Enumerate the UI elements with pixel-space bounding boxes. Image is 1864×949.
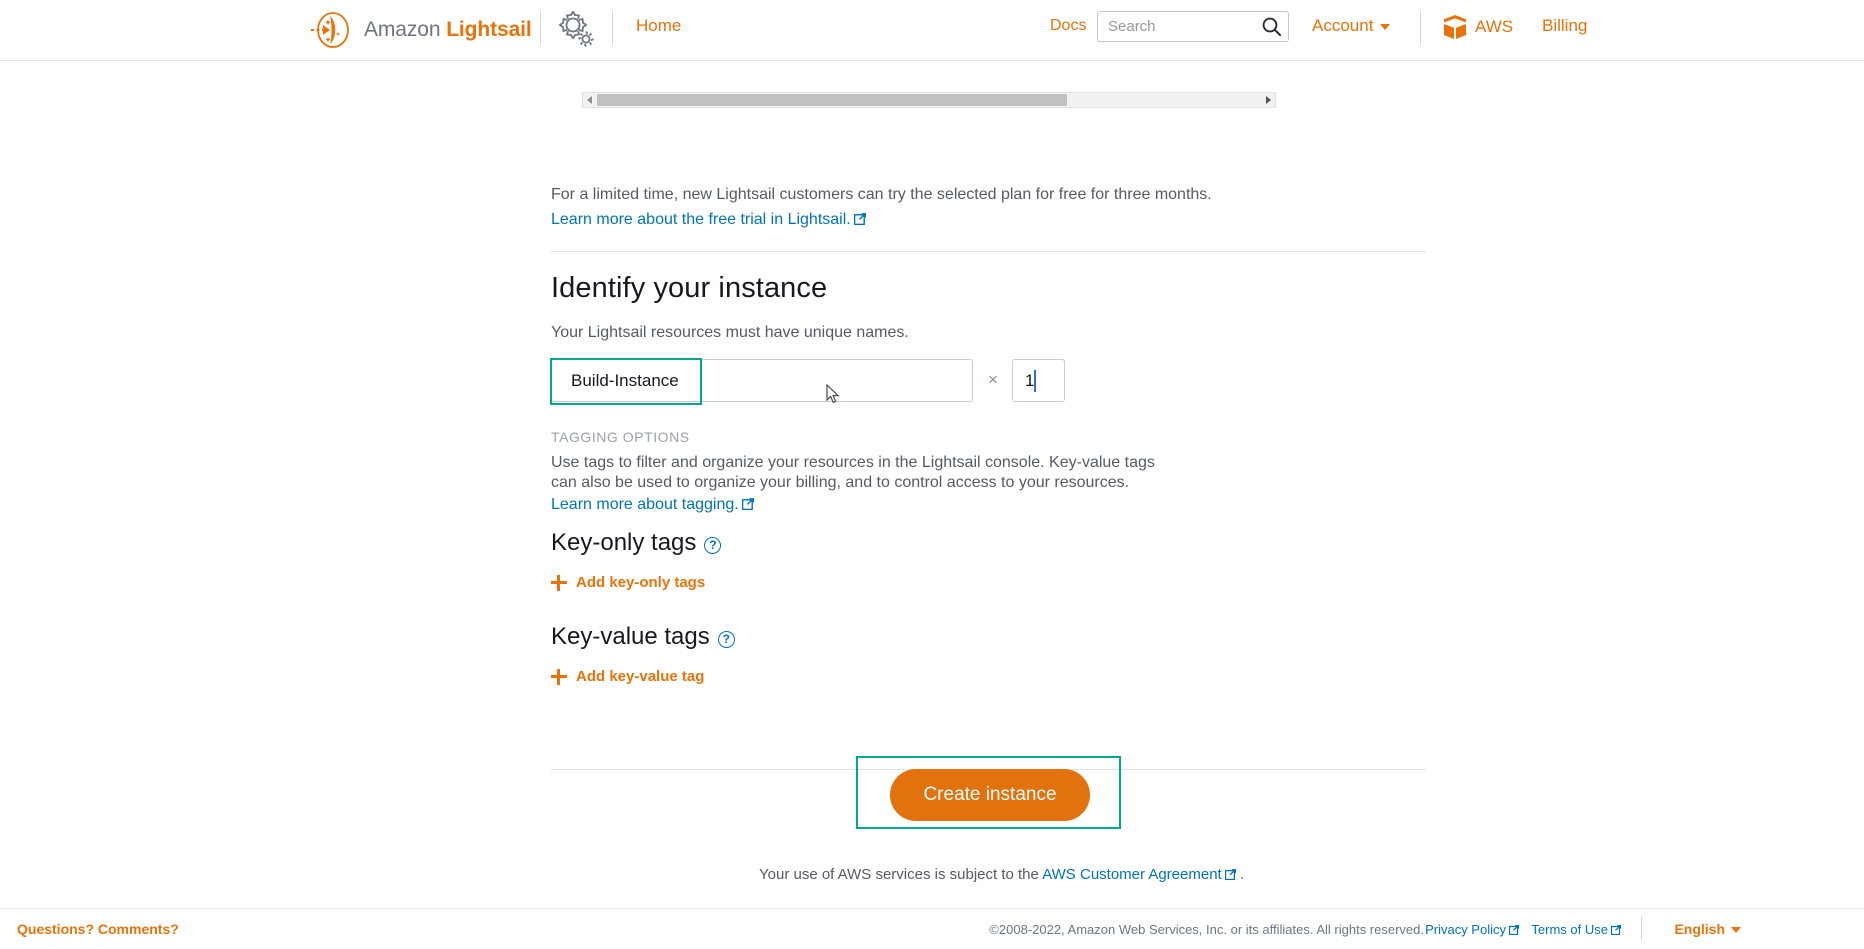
help-question-icon[interactable]: ? <box>704 537 722 554</box>
nav-home-link[interactable]: Home <box>636 16 681 36</box>
help-question-icon[interactable]: ? <box>717 631 735 648</box>
add-key-only-tags-button[interactable]: Add key-only tags <box>551 574 705 591</box>
account-menu[interactable]: Account <box>1312 16 1391 36</box>
language-label: English <box>1674 921 1725 937</box>
external-link-icon <box>1610 923 1622 938</box>
instance-quantity-field[interactable] <box>1012 359 1065 402</box>
plus-icon <box>551 668 567 685</box>
horizontal-scrollbar[interactable] <box>582 92 1276 108</box>
aws-console-link[interactable]: AWS <box>1443 14 1513 40</box>
tagging-description: Use tags to filter and organize your res… <box>551 454 1155 491</box>
external-link-icon <box>741 497 754 515</box>
add-key-only-tags-label: Add key-only tags <box>576 574 706 591</box>
account-menu-label: Account <box>1312 16 1374 35</box>
terms-of-use-link[interactable]: Terms of Use <box>1531 922 1622 938</box>
search-box[interactable] <box>1097 11 1289 42</box>
gear-settings-icon[interactable] <box>553 6 599 52</box>
scrollbar-thumb[interactable] <box>597 94 1067 106</box>
aws-label: AWS <box>1475 17 1514 36</box>
nav-billing-link[interactable]: Billing <box>1542 16 1587 36</box>
terms-of-use-label: Terms of Use <box>1531 922 1608 937</box>
nav-docs-link[interactable]: Docs <box>1050 17 1086 35</box>
multiplier-symbol: × <box>988 370 998 389</box>
plus-icon <box>551 574 567 591</box>
text-caret <box>1034 370 1036 392</box>
language-selector[interactable]: English <box>1674 921 1741 937</box>
instance-name-input[interactable] <box>569 360 959 401</box>
top-navigation-bar: Amazon Lightsail Home Docs Account <box>0 0 1864 61</box>
search-icon[interactable] <box>1261 16 1282 37</box>
chevron-down-icon <box>1731 927 1741 933</box>
free-trial-notice-text: For a limited time, new Lightsail custom… <box>551 186 1212 203</box>
page-title: Identify your instance <box>551 272 828 304</box>
scroll-right-arrow-icon[interactable] <box>1266 96 1271 104</box>
free-trial-learn-more-label: Learn more about the free trial in Light… <box>551 211 851 228</box>
search-input[interactable] <box>1106 12 1246 41</box>
tagging-learn-more-link[interactable]: Learn more about tagging. <box>551 496 754 515</box>
key-value-tags-label: Key-value tags <box>551 623 710 650</box>
header-divider-1 <box>540 11 541 45</box>
page-footer: Questions? Comments? ©2008-2022, Amazon … <box>0 908 1864 949</box>
tagging-options-label: TAGGING OPTIONS <box>551 429 690 445</box>
aws-cube-icon <box>1443 14 1467 40</box>
create-instance-button[interactable]: Create instance <box>890 769 1090 821</box>
create-instance-highlight: Create instance <box>856 756 1121 829</box>
instance-name-field[interactable] <box>550 358 973 405</box>
external-link-icon <box>1508 923 1520 938</box>
agreement-prefix: Your use of AWS services is subject to t… <box>759 866 1043 883</box>
copyright-text: ©2008-2022, Amazon Web Services, Inc. or… <box>989 922 1424 937</box>
instance-quantity-input[interactable] <box>1023 360 1063 401</box>
add-key-value-tag-button[interactable]: Add key-value tag <box>551 668 704 685</box>
add-key-value-tag-label: Add key-value tag <box>576 668 705 685</box>
external-link-icon <box>1224 867 1236 884</box>
privacy-policy-link[interactable]: Privacy Policy <box>1425 922 1520 938</box>
tagging-learn-more-label: Learn more about tagging. <box>551 496 739 513</box>
external-link-icon <box>853 210 866 231</box>
questions-comments-link[interactable]: Questions? Comments? <box>17 921 179 937</box>
key-value-tags-heading: Key-value tags ? <box>551 623 735 651</box>
mouse-cursor <box>826 383 840 404</box>
header-divider-3 <box>1420 11 1421 45</box>
chevron-down-icon <box>1380 24 1391 30</box>
scroll-left-arrow-icon[interactable] <box>587 96 592 104</box>
privacy-policy-label: Privacy Policy <box>1425 922 1506 937</box>
page-subtitle: Your Lightsail resources must have uniqu… <box>551 324 909 341</box>
key-only-tags-heading: Key-only tags ? <box>551 529 722 557</box>
header-divider-2 <box>612 11 613 45</box>
lightsail-brand[interactable]: Amazon Lightsail <box>310 8 532 52</box>
lightsail-wordmark: Amazon Lightsail <box>364 18 532 41</box>
aws-customer-agreement-link[interactable]: AWS Customer Agreement <box>1042 866 1222 883</box>
free-trial-notice: For a limited time, new Lightsail custom… <box>551 184 1212 231</box>
lightsail-logo-icon <box>310 8 354 52</box>
footer-divider <box>1641 917 1642 941</box>
aws-agreement-text: Your use of AWS services is subject to t… <box>759 866 1244 884</box>
key-only-tags-label: Key-only tags <box>551 529 697 556</box>
section-divider-top <box>551 251 1426 252</box>
free-trial-learn-more-link[interactable]: Learn more about the free trial in Light… <box>551 209 1212 231</box>
agreement-suffix: . <box>1235 866 1245 883</box>
